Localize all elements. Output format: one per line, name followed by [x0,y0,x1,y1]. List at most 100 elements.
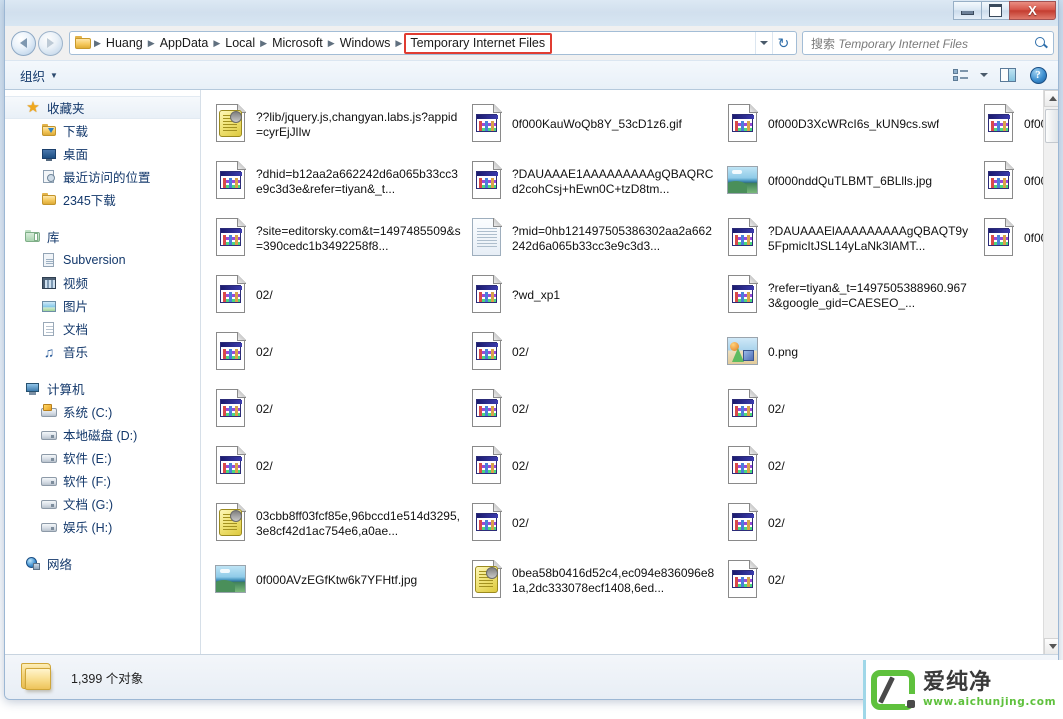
file-list-item[interactable]: 0f000AVzEGfKtw6k7YFHtf.jpg [209,552,465,609]
file-list-item[interactable]: ?dhid=b12aa2a662242d6a065b33cc3e9c3d3e&r… [209,153,465,210]
file-name-label: 0f00023JkxNSzSITa81rRf.gif [1024,117,1043,131]
sidebar-item-favorites[interactable]: ★ 收藏夹 [5,96,200,119]
sidebar-label: 图片 [63,300,89,314]
search-box[interactable]: 搜索 Temporary Internet Files [802,31,1054,55]
refresh-button[interactable]: ↻ [772,32,794,54]
file-list-item[interactable]: 0f000FmoG8nkqyd0A7W57f.gif [977,153,1043,210]
file-list-item[interactable]: 0f000QYCwXJJPWQbDFJd70.swf [977,210,1043,267]
file-list-item[interactable]: 0.png [721,324,977,381]
file-list-item[interactable]: 0f000KauWoQb8Y_53cD1z6.gif [465,96,721,153]
sidebar-item-network[interactable]: 网络 [5,552,200,575]
sidebar-item-documents[interactable]: 文档 [5,317,200,340]
chevron-down-icon: ▼ [50,70,58,80]
breadcrumb-item-windows[interactable]: Windows [336,34,395,52]
breadcrumb-separator: ▶ [395,37,403,48]
sidebar-item-drive-h[interactable]: 娱乐 (H:) [5,515,200,538]
file-list-scrollbar[interactable] [1043,90,1058,655]
preview-pane-button[interactable] [994,64,1022,86]
file-list-item[interactable]: 0f00023JkxNSzSITa81rRf.gif [977,96,1043,153]
file-list-item[interactable]: 02/ [465,324,721,381]
breadcrumb-item-appdata[interactable]: AppData [156,34,213,52]
sidebar-item-videos[interactable]: 视频 [5,271,200,294]
sidebar-label: 文档 (G:) [63,498,113,512]
view-dropdown-button[interactable] [976,64,992,86]
sidebar-item-subversion[interactable]: Subversion [5,248,200,271]
organize-button[interactable]: 组织 ▼ [13,63,65,88]
image-file-icon [213,559,248,602]
file-list-item[interactable]: ?site=editorsky.com&t=1497485509&s=390ce… [209,210,465,267]
file-list-item[interactable]: 0f000D3XcWRcI6s_kUN9cs.swf [721,96,977,153]
file-list-item[interactable]: 02/ [721,495,977,552]
breadcrumb-item-microsoft[interactable]: Microsoft [268,34,327,52]
view-options-button[interactable] [946,64,974,86]
file-list-item[interactable]: ?mid=0hb121497505386302aa2a662242d6a065b… [465,210,721,267]
maximize-button[interactable] [981,1,1010,20]
file-list-item[interactable]: 02/ [209,267,465,324]
status-item-count: 1,399 个对象 [71,671,144,686]
sidebar-item-drive-g[interactable]: 文档 (G:) [5,492,200,515]
text-file-icon [469,217,504,260]
file-list-item[interactable]: 02/ [209,438,465,495]
search-icon[interactable] [1034,36,1049,51]
scroll-up-button[interactable] [1044,90,1058,107]
address-bar[interactable]: ▶ Huang ▶ AppData ▶ Local ▶ Microsoft ▶ … [69,31,797,55]
sidebar-item-2345-downloads[interactable]: 2345下载 [5,188,200,211]
nav-group-libraries: 库 Subversion 视频 图片 文档 ♫ 音乐 [5,225,200,363]
file-name-label: 02/ [512,459,529,473]
file-list-item[interactable]: 02/ [465,381,721,438]
drive-icon [41,496,57,512]
folder-icon [19,661,57,693]
downloads-folder-icon [41,123,57,139]
file-list-item[interactable]: ?wd_xp1 [465,267,721,324]
help-button[interactable]: ? [1024,64,1052,86]
sidebar-item-computer[interactable]: 计算机 [5,377,200,400]
help-icon: ? [1029,66,1047,84]
file-name-label: 0f000D3XcWRcI6s_kUN9cs.swf [768,117,940,131]
search-input[interactable]: 搜索 Temporary Internet Files [811,35,1034,52]
file-list-item[interactable]: 02/ [721,381,977,438]
address-dropdown-button[interactable] [755,32,772,54]
sidebar-item-desktop[interactable]: 桌面 [5,142,200,165]
breadcrumb-item-huang[interactable]: Huang [102,34,147,52]
scroll-down-button[interactable] [1044,638,1058,655]
sidebar-item-recent-places[interactable]: 最近访问的位置 [5,165,200,188]
file-list-item[interactable]: ?refer=tiyan&_t=1497505388960.9673&googl… [721,267,977,324]
sidebar-label: 文档 [63,323,89,337]
file-list-item[interactable]: 02/ [465,495,721,552]
sidebar-item-downloads[interactable]: 下载 [5,119,200,142]
swf-file-icon [213,445,248,488]
sidebar-item-drive-f[interactable]: 软件 (F:) [5,469,200,492]
file-list-item[interactable]: 02/ [209,324,465,381]
back-button[interactable] [11,30,36,56]
breadcrumb-item-current[interactable]: Temporary Internet Files [404,32,553,54]
file-list-item[interactable]: ??lib/jquery.js,changyan.labs.js?appid=c… [209,96,465,153]
swf-file-icon [725,274,760,317]
file-list-item[interactable]: 0f000nddQuTLBMT_6BLlls.jpg [721,153,977,210]
breadcrumb-item-local[interactable]: Local [221,34,259,52]
pictures-icon [41,298,57,314]
file-list-item[interactable]: ?DAUAAAE1AAAAAAAAAgQBAQRCd2cohCsj+hEwn0C… [465,153,721,210]
sidebar-item-drive-e[interactable]: 软件 (E:) [5,446,200,469]
close-button[interactable]: X [1009,1,1056,20]
file-list-item[interactable]: 02/ [721,438,977,495]
sidebar-label: 库 [47,231,60,245]
sidebar-item-drive-c[interactable]: 系统 (C:) [5,400,200,423]
sidebar-item-music[interactable]: ♫ 音乐 [5,340,200,363]
sidebar-item-libraries[interactable]: 库 [5,225,200,248]
file-list-item[interactable]: 02/ [465,438,721,495]
nav-buttons [11,30,63,56]
forward-button[interactable] [38,30,63,56]
file-list-item[interactable]: 02/ [209,381,465,438]
scrollbar-thumb[interactable] [1045,109,1058,143]
sidebar-item-pictures[interactable]: 图片 [5,294,200,317]
minimize-button[interactable] [953,1,982,20]
file-name-label: 0f000KauWoQb8Y_53cD1z6.gif [512,117,682,131]
file-list-item[interactable]: 0bea58b0416d52c4,ec094e836096e81a,2dc333… [465,552,721,609]
file-name-label: 0f000FmoG8nkqyd0A7W57f.gif [1024,174,1043,188]
explorer-window: X ▶ Huang ▶ AppData ▶ Local ▶ Microsoft … [4,0,1059,700]
file-list-item[interactable]: 03cbb8ff03fcf85e,96bccd1e514d3295,3e8cf4… [209,495,465,552]
file-list-item[interactable]: 02/ [721,552,977,609]
file-list-item[interactable]: ?DAUAAAElAAAAAAAAAgQBAQT9y5FpmicItJSL14y… [721,210,977,267]
sidebar-item-drive-d[interactable]: 本地磁盘 (D:) [5,423,200,446]
videos-icon [41,275,57,291]
